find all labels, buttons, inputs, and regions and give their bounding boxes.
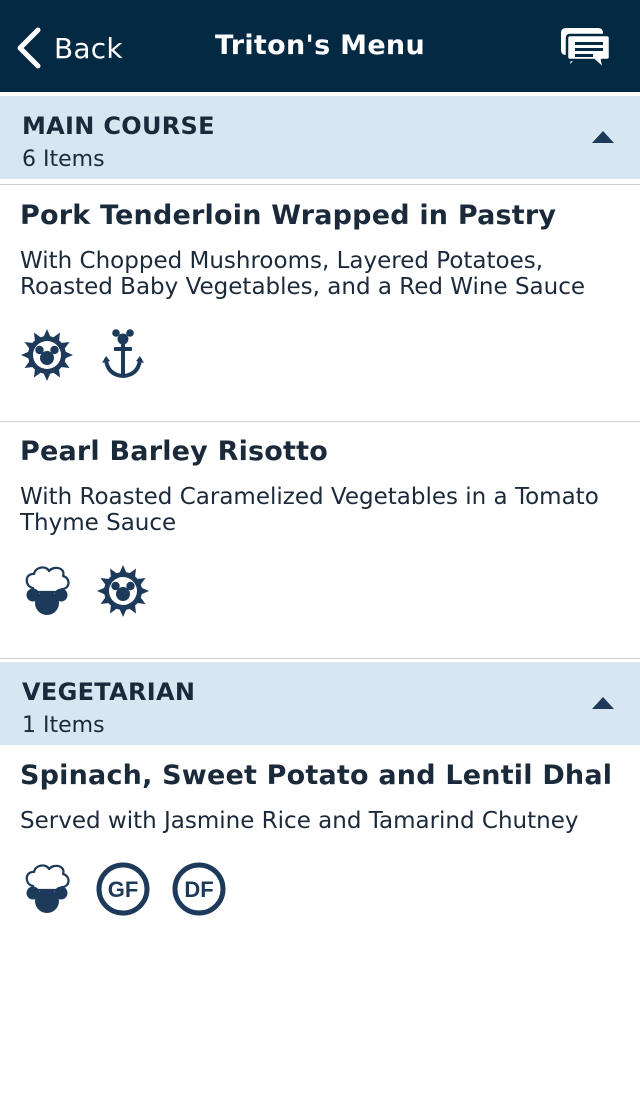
- section-header-main-course[interactable]: MAIN COURSE 6 Items: [0, 96, 640, 179]
- section-count: 6 Items: [22, 147, 105, 172]
- divider: [0, 658, 640, 659]
- collapse-caret-icon[interactable]: [592, 131, 614, 143]
- section-title: MAIN COURSE: [22, 112, 215, 140]
- section-title: VEGETARIAN: [22, 678, 196, 706]
- chef-mickey-icon: [20, 862, 74, 916]
- sun-mickey-icon: [20, 328, 74, 382]
- nav-bar: Back Triton's Menu: [0, 0, 640, 92]
- section-count: 1 Items: [22, 713, 105, 738]
- gluten-free-icon: [96, 862, 150, 916]
- item-name: Pearl Barley Risotto: [20, 436, 329, 467]
- collapse-caret-icon[interactable]: [592, 697, 614, 709]
- item-description: With Chopped Mushrooms, Layered Potatoes…: [20, 248, 586, 300]
- sun-mickey-icon: [96, 564, 150, 618]
- divider: [0, 421, 640, 422]
- dairy-free-icon: [172, 862, 226, 916]
- item-name: Spinach, Sweet Potato and Lentil Dhal: [20, 760, 613, 791]
- anchor-mickey-icon: [96, 328, 150, 382]
- chef-mickey-icon: [20, 564, 74, 618]
- divider: [0, 184, 640, 185]
- page-title: Triton's Menu: [215, 30, 425, 61]
- chat-bubbles-icon[interactable]: [556, 24, 612, 72]
- item-description: Served with Jasmine Rice and Tamarind Ch…: [20, 808, 579, 834]
- item-description: With Roasted Caramelized Vegetables in a…: [20, 484, 599, 536]
- item-name: Pork Tenderloin Wrapped in Pastry: [20, 200, 557, 231]
- section-header-vegetarian[interactable]: VEGETARIAN 1 Items: [0, 662, 640, 745]
